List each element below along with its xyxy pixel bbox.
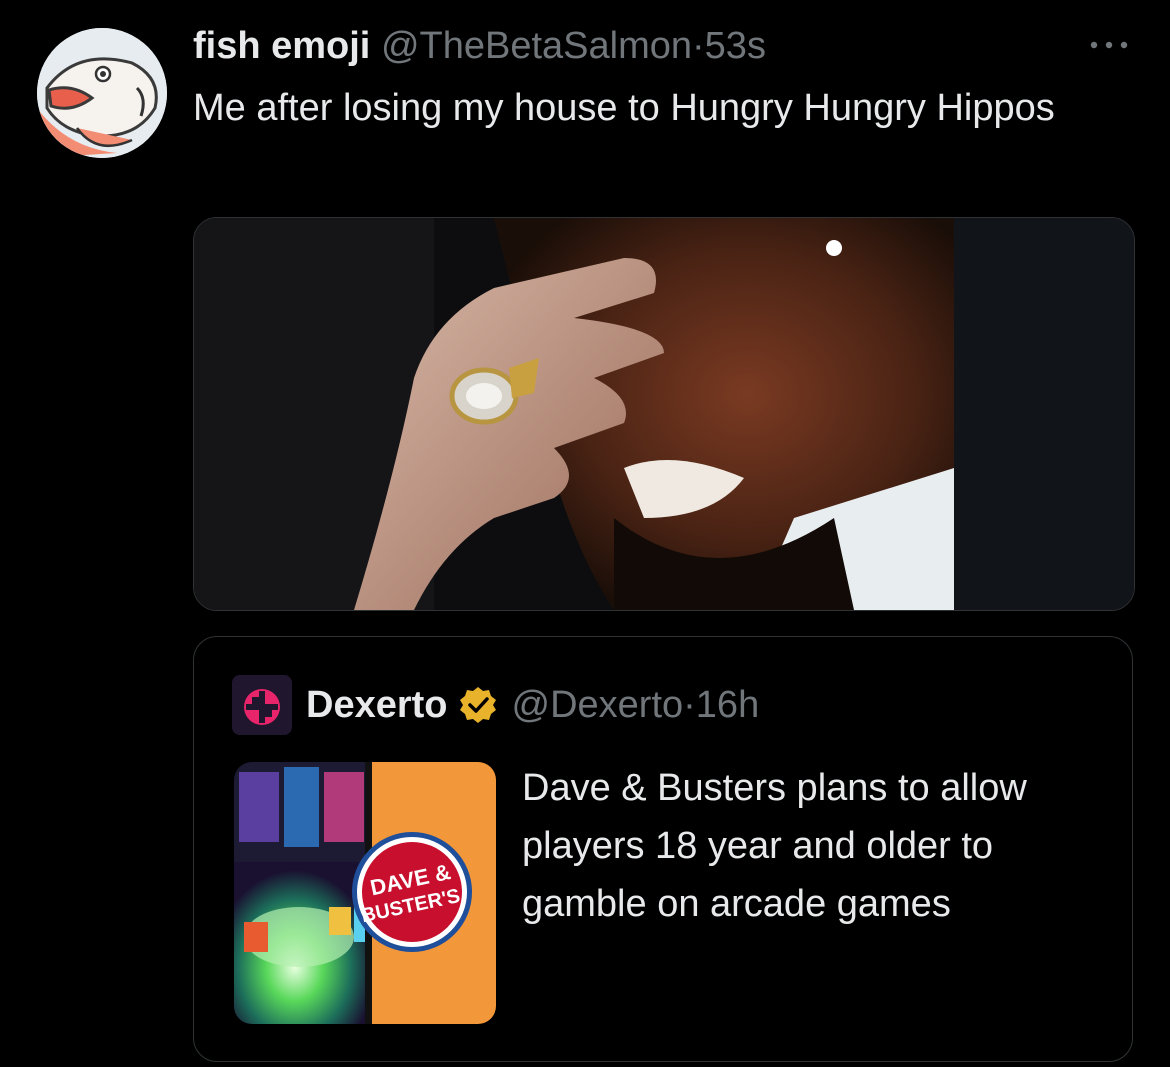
separator-dot: ·: [692, 25, 705, 67]
author-name[interactable]: fish emoji: [193, 25, 370, 67]
tweet-text: Me after losing my house to Hungry Hungr…: [193, 87, 1055, 129]
tweet-header: fish emoji @TheBetaSalmon·53s: [193, 22, 766, 70]
quoted-tweet-text: Dave & Busters plans to allow players 18…: [522, 767, 1027, 925]
quoted-author-name[interactable]: Dexerto: [306, 681, 448, 729]
quoted-tweet-thumbnail[interactable]: DAVE & BUSTER'S: [234, 762, 496, 1024]
quoted-tweet-header: Dexerto @Dexerto · 16h: [306, 681, 759, 729]
more-options-button[interactable]: [1086, 30, 1136, 60]
quoted-author-handle[interactable]: @Dexerto: [512, 681, 684, 729]
author-handle[interactable]: @TheBetaSalmon: [381, 25, 692, 67]
author-avatar[interactable]: [37, 28, 167, 158]
verified-badge-icon: [458, 685, 498, 725]
separator-dot: ·: [683, 684, 696, 726]
dexerto-logo-icon: [232, 675, 292, 735]
quoted-author-avatar[interactable]: [232, 675, 292, 735]
quoted-tweet-card[interactable]: Dexerto @Dexerto · 16h DAVE & BUSTER'S D…: [193, 636, 1133, 1062]
meme-image: [194, 218, 1134, 610]
salmon-avatar-icon: [37, 28, 167, 158]
tweet-timestamp[interactable]: 53s: [705, 25, 766, 67]
quoted-tweet-timestamp[interactable]: 16h: [696, 681, 759, 729]
more-options-icon: [1090, 41, 1128, 49]
tweet-media-image[interactable]: [193, 217, 1135, 611]
